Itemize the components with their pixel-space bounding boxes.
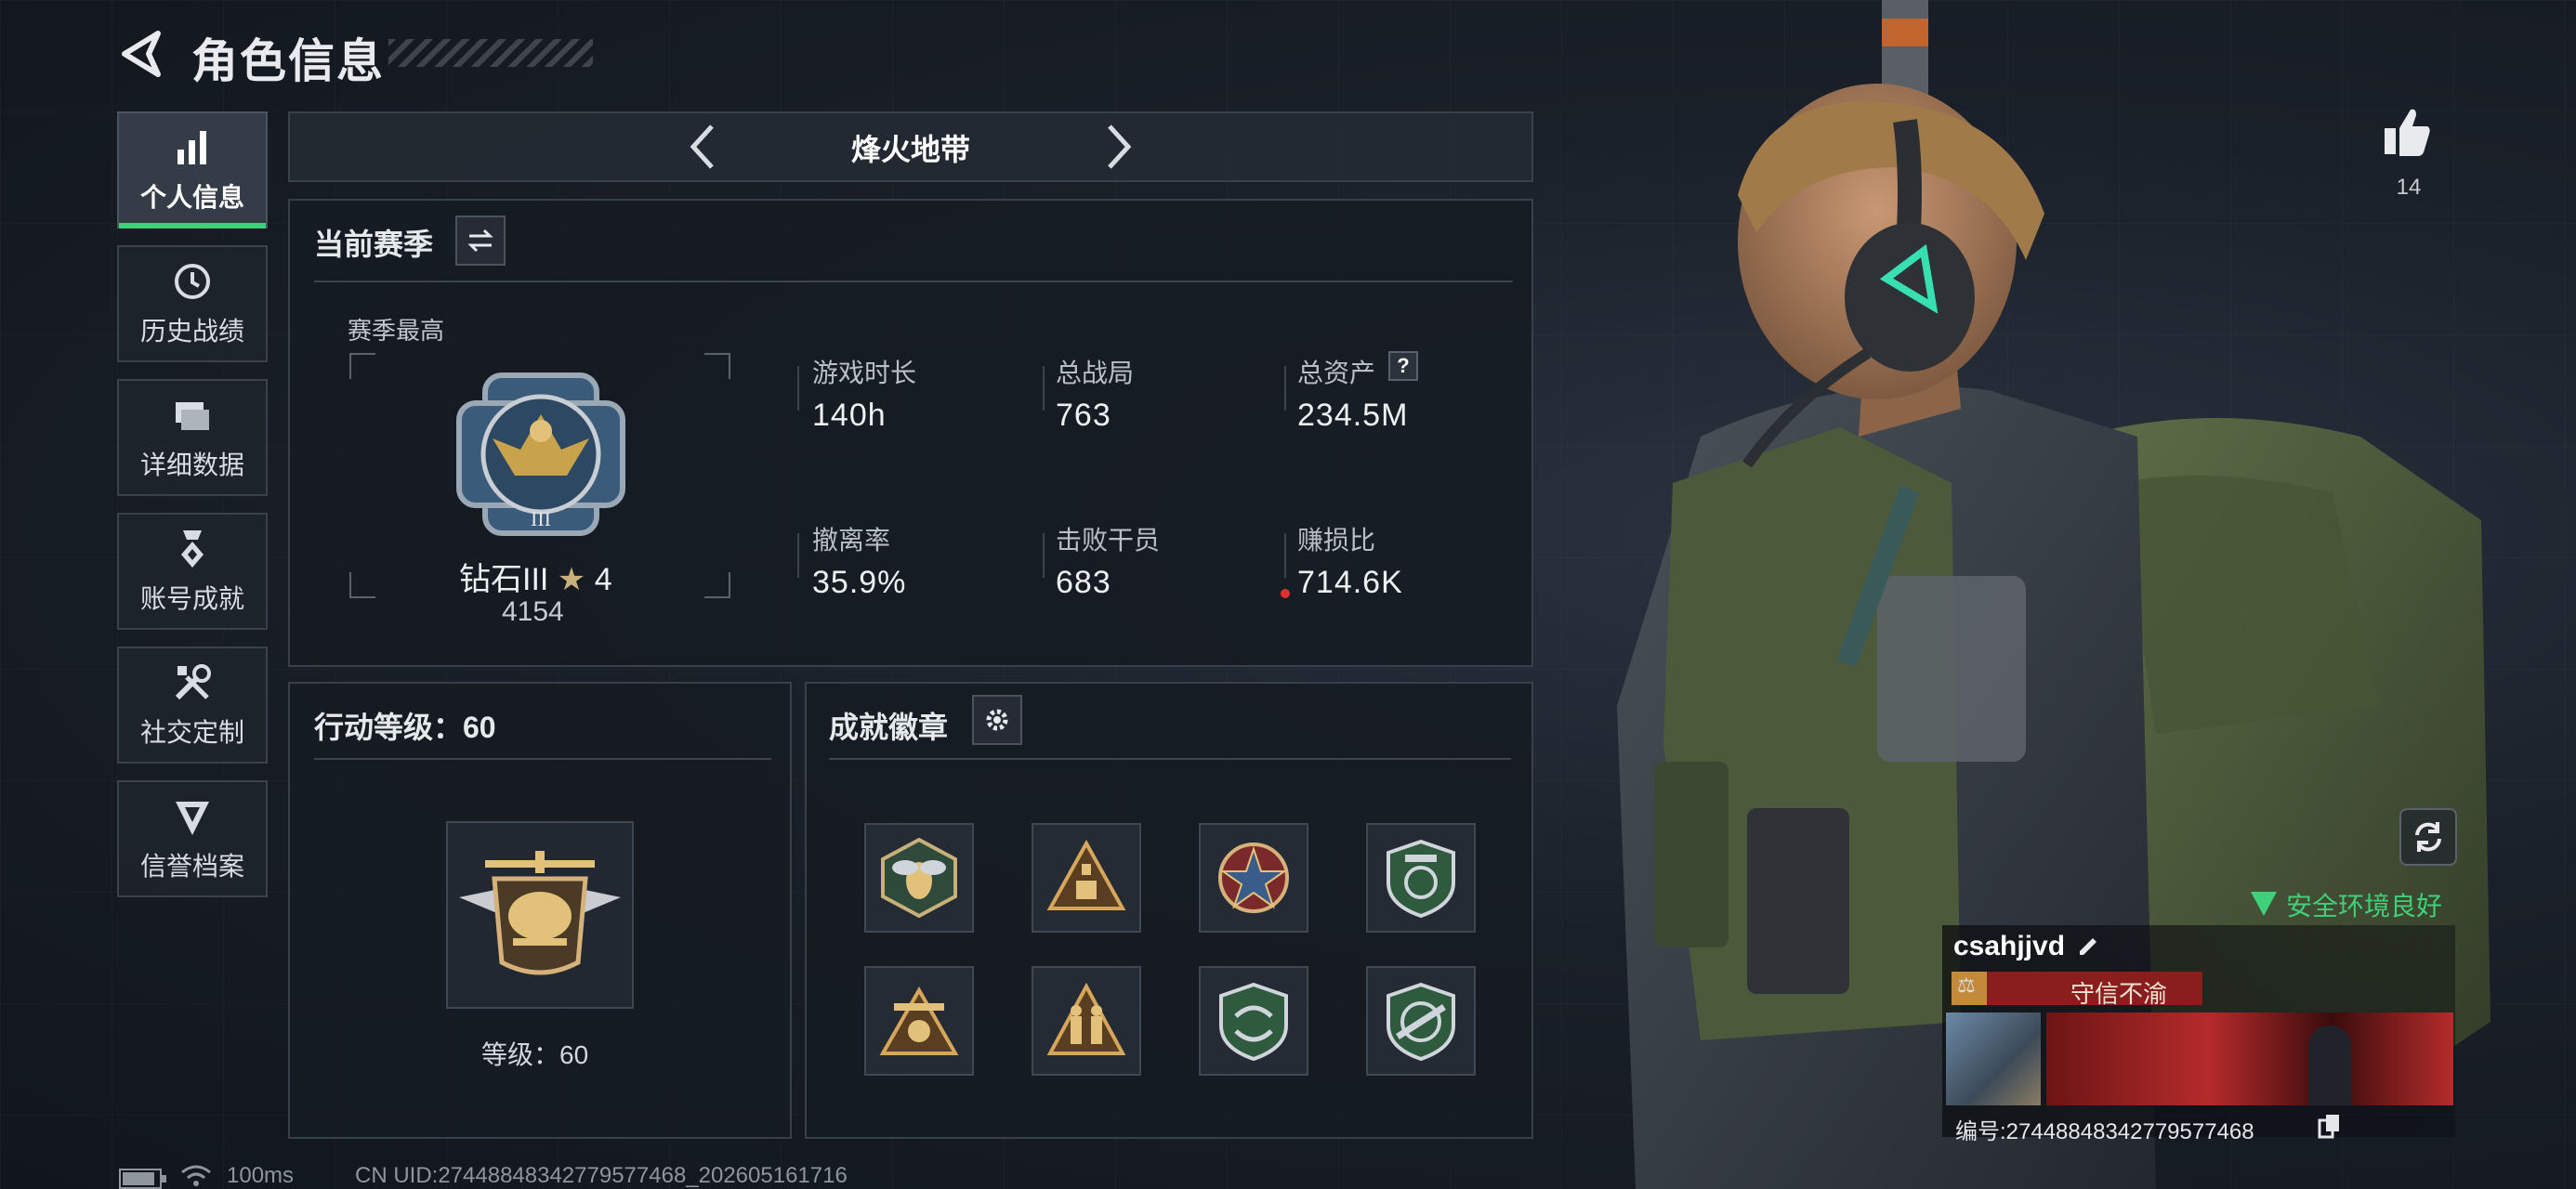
achievement-badge[interactable]	[1199, 966, 1308, 1076]
likes-count: 14	[2396, 175, 2422, 200]
refresh-button[interactable]	[2399, 808, 2457, 866]
achievement-badge[interactable]	[1199, 823, 1308, 933]
page-title: 角色信息	[191, 35, 385, 87]
help-icon[interactable]: ?	[1388, 351, 1418, 381]
helicopter-level-emblem-icon	[459, 851, 621, 975]
nav-label: 个人信息	[139, 183, 244, 212]
nav-reputation-profile[interactable]: 信誉档案	[117, 780, 268, 897]
stat-divider	[797, 366, 799, 411]
diamond-rank-emblem-icon: III	[456, 372, 625, 536]
switch-season-button[interactable]	[455, 216, 506, 266]
bee-badge-icon	[881, 837, 957, 919]
wifi-icon	[181, 1165, 211, 1186]
shield-badge-icon	[176, 802, 209, 835]
rank-score: 4154	[502, 596, 564, 627]
achievements-divider	[829, 758, 1511, 760]
achievement-badge[interactable]	[1032, 966, 1141, 1076]
stat-label: 游戏时长	[812, 359, 917, 387]
next-mode-chevron-icon[interactable]	[1089, 119, 1145, 175]
nav-label: 账号成就	[139, 584, 244, 613]
action-level-emblem-frame	[446, 821, 634, 1009]
achievement-badge[interactable]	[1366, 966, 1476, 1076]
tools-icon	[175, 664, 211, 700]
green-arrows-badge-icon	[1219, 982, 1288, 1062]
history-clock-icon	[175, 264, 210, 299]
stat-value: 35.9%	[812, 565, 907, 600]
eagle-triangle-badge-icon	[879, 986, 959, 1055]
title-decoration	[388, 39, 593, 67]
stat-label: 击败干员	[1056, 526, 1161, 555]
stat-label: 撤离率	[812, 526, 891, 555]
folder-icon	[176, 402, 209, 430]
nav-history-record[interactable]: 历史战绩	[117, 245, 268, 362]
stat-value: 714.6K	[1297, 565, 1403, 600]
refresh-icon	[2415, 822, 2441, 852]
edit-pencil-icon[interactable]	[2074, 931, 2102, 959]
season-divider	[314, 281, 1513, 282]
profile-banner-image	[1946, 1013, 2453, 1105]
bar-chart-icon	[177, 131, 206, 164]
achievement-badge[interactable]	[864, 823, 974, 933]
gear-icon	[986, 709, 1008, 731]
thumbs-up-icon[interactable]	[2379, 104, 2435, 160]
stat-label: 总资产	[1297, 359, 1376, 387]
star-icon: ★	[557, 562, 586, 597]
level-text: 等级：60	[481, 1040, 589, 1069]
star-cross-badge-icon	[1218, 843, 1289, 913]
stat-value: 234.5M	[1297, 398, 1409, 433]
nav-social-customize[interactable]: 社交定制	[117, 647, 268, 764]
rank-name-row: 钻石III ★ 4	[459, 554, 645, 599]
svg-text:III: III	[531, 507, 551, 530]
nav-detailed-data[interactable]: 详细数据	[117, 379, 268, 496]
scale-icon: ⚖	[1957, 973, 1976, 997]
red-dot-indicator	[1281, 589, 1290, 598]
medal-icon	[181, 530, 204, 568]
nav-account-achievements[interactable]: 账号成就	[117, 513, 268, 630]
green-shield-badge-icon	[1387, 839, 1455, 919]
reputation-title: 守信不渝	[2070, 980, 2168, 1008]
stat-label: 赚损比	[1297, 526, 1376, 555]
green-rifle-badge-icon	[1387, 982, 1455, 1062]
nav-personal-info[interactable]: 个人信息	[117, 111, 268, 229]
player-uid: 编号:274488483427795774​68	[1955, 1119, 2254, 1144]
mode-name: 烽火地带	[850, 133, 970, 166]
stat-value: 683	[1056, 565, 1111, 600]
action-level-divider	[314, 758, 771, 760]
back-arrow-icon[interactable]	[117, 28, 169, 80]
action-level-title: 行动等级：60	[314, 711, 496, 744]
username: csahjjvd	[1953, 931, 2066, 961]
swap-arrows-icon	[467, 229, 493, 253]
achievement-badge[interactable]	[864, 966, 974, 1076]
season-best-label: 赛季最高	[348, 317, 445, 345]
soldiers-triangle-badge-icon	[1046, 982, 1126, 1055]
achievements-title: 成就徽章	[829, 711, 949, 744]
stat-divider	[1043, 533, 1045, 578]
stat-label: 总战局	[1056, 359, 1135, 387]
stat-value: 763	[1056, 398, 1111, 433]
safety-shield-icon	[2251, 892, 2277, 916]
achievement-badge[interactable]	[1032, 823, 1141, 933]
rank-stars: 4	[594, 562, 612, 597]
copy-icon[interactable]	[2318, 1113, 2342, 1139]
stat-divider	[1284, 533, 1286, 578]
nav-label: 社交定制	[139, 718, 244, 747]
ping-value: 100ms	[227, 1163, 295, 1188]
status-uid-line: CN UID:274488483427795774​68_20260516171…	[355, 1163, 848, 1188]
nav-label: 历史战绩	[139, 317, 244, 346]
battery-icon	[119, 1169, 166, 1189]
nav-label: 详细数据	[139, 451, 244, 479]
nav-label: 信誉档案	[139, 852, 244, 881]
stat-value: 140h	[812, 398, 887, 433]
achievements-settings-button[interactable]	[972, 695, 1022, 745]
stat-divider	[1284, 366, 1286, 411]
triangle-box-badge-icon	[1046, 839, 1126, 910]
stat-divider	[1043, 366, 1045, 411]
achievement-badge[interactable]	[1366, 823, 1476, 933]
rank-name: 钻石III	[459, 562, 549, 597]
safety-status: 安全环境良好	[2286, 892, 2443, 921]
season-title: 当前赛季	[314, 228, 434, 261]
stat-divider	[797, 533, 799, 578]
